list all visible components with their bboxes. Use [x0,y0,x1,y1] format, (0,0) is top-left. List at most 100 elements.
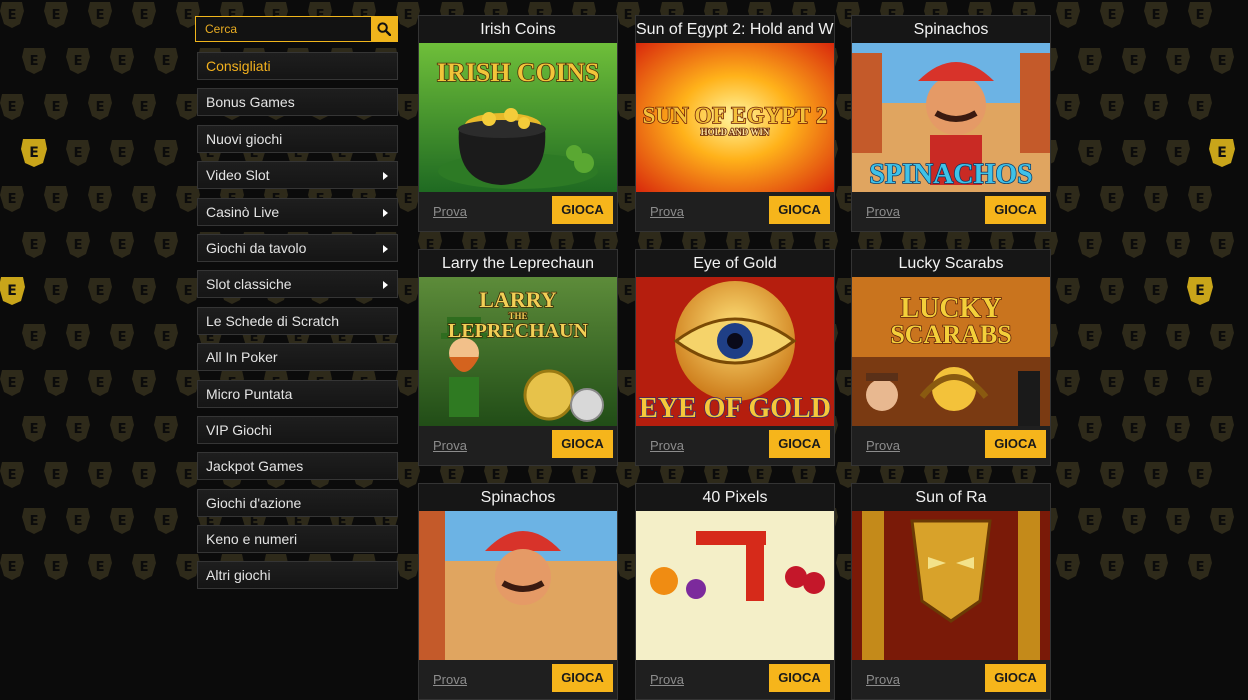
game-card-footer: Prova GIOCA [419,192,617,231]
game-card[interactable]: Irish Coins IRISH COINS Prova GIOCA [418,15,618,232]
demo-link[interactable]: Prova [866,204,900,219]
game-thumbnail-sun-of-egypt-2-hold-and-win[interactable]: SUN OF EGYPT 2 HOLD AND WIN [636,43,834,192]
game-card-footer: Prova GIOCA [852,426,1050,465]
demo-link[interactable]: Prova [433,672,467,687]
submenu-arrow-icon [383,172,388,181]
game-thumbnail-lucky-scarabs[interactable]: LUCKY SCARABS [852,277,1050,426]
game-card-footer: Prova GIOCA [636,660,834,699]
menu-item-bonus-games[interactable]: Bonus Games [197,88,398,117]
play-button[interactable]: GIOCA [769,664,830,692]
menu-item-video-slot[interactable]: Video Slot [197,161,398,190]
play-button[interactable]: GIOCA [552,196,613,224]
search-box [195,16,398,42]
svg-text:SPINACHOS: SPINACHOS [869,159,1032,190]
demo-link[interactable]: Prova [866,672,900,687]
game-thumbnail-spinachos[interactable] [419,511,617,660]
game-card-footer: Prova GIOCA [852,192,1050,231]
play-button[interactable]: GIOCA [985,196,1046,224]
game-thumbnail-irish-coins[interactable]: IRISH COINS [419,43,617,192]
menu-item-label: Casinò Live [206,203,280,220]
game-card-footer: Prova GIOCA [636,192,834,231]
play-button[interactable]: GIOCA [985,664,1046,692]
game-title: Irish Coins [419,16,617,43]
demo-link[interactable]: Prova [650,204,684,219]
play-button[interactable]: GIOCA [985,430,1046,458]
game-thumbnail-sun-of-ra[interactable] [852,511,1050,660]
menu-item-label: Altri giochi [206,567,271,584]
search-button[interactable] [371,17,397,41]
game-card[interactable]: Sun of Ra Prova GIOCA [851,483,1051,700]
game-title: Spinachos [852,16,1050,43]
play-button[interactable]: GIOCA [552,430,613,458]
menu-item-micro-puntata[interactable]: Micro Puntata [197,379,398,408]
submenu-arrow-icon [383,281,388,290]
svg-text:IRISH COINS: IRISH COINS [437,58,600,87]
svg-text:LARRY: LARRY [479,287,557,312]
menu-item-keno-e-numeri[interactable]: Keno e numeri [197,525,398,554]
game-title: Spinachos [419,484,617,511]
menu-item-casinò-live[interactable]: Casinò Live [197,197,398,226]
search-icon [377,22,391,36]
svg-text:SUN OF EGYPT 2: SUN OF EGYPT 2 [643,103,828,128]
game-card-footer: Prova GIOCA [419,660,617,699]
menu-item-label: Giochi d'azione [206,494,302,511]
menu-item-label: Giochi da tavolo [206,239,307,256]
svg-text:LEPRECHAUN: LEPRECHAUN [448,320,589,342]
game-title: 40 Pixels [636,484,834,511]
menu-item-giochi-d-azione[interactable]: Giochi d'azione [197,488,398,517]
menu-item-label: VIP Giochi [206,421,272,438]
demo-link[interactable]: Prova [866,438,900,453]
demo-link[interactable]: Prova [433,204,467,219]
menu-item-consigliati[interactable]: Consigliati [197,52,398,80]
menu-item-label: Consigliati [206,58,271,74]
game-card[interactable]: 40 Pixels Prova GIOCA [635,483,835,700]
game-thumbnail-spinachos[interactable]: SPINACHOS [852,43,1050,192]
menu-item-label: Le Schede di Scratch [206,312,340,329]
menu-item-nuovi-giochi[interactable]: Nuovi giochi [197,124,398,153]
svg-text:HOLD AND WIN: HOLD AND WIN [701,127,770,137]
category-menu: Consigliati Bonus Games Nuovi giochi Video … [197,52,398,598]
demo-link[interactable]: Prova [433,438,467,453]
submenu-arrow-icon [383,208,388,217]
menu-item-label: Micro Puntata [206,385,293,402]
menu-item-label: Keno e numeri [206,531,298,548]
menu-item-label: Jackpot Games [206,458,304,475]
menu-item-altri-giochi[interactable]: Altri giochi [197,561,398,590]
submenu-arrow-icon [383,244,388,253]
game-thumbnail-eye-of-gold[interactable]: EYE OF GOLD [636,277,834,426]
menu-item-slot-classiche[interactable]: Slot classiche [197,270,398,299]
game-thumbnail-40-pixels[interactable] [636,511,834,660]
svg-text:SCARABS: SCARABS [890,320,1011,349]
menu-item-label: Video Slot [206,167,270,184]
menu-item-jackpot-games[interactable]: Jackpot Games [197,452,398,481]
menu-item-all-in-poker[interactable]: All In Poker [197,343,398,372]
play-button[interactable]: GIOCA [552,664,613,692]
game-title: Sun of Ra [852,484,1050,511]
game-title: Eye of Gold [636,250,834,277]
search-input[interactable] [196,17,371,41]
game-title: Larry the Leprechaun [419,250,617,277]
game-card[interactable]: Spinachos Prova GIOCA [418,483,618,700]
menu-item-le-schede-di-scratch[interactable]: Le Schede di Scratch [197,306,398,335]
demo-link[interactable]: Prova [650,672,684,687]
game-card-footer: Prova GIOCA [852,660,1050,699]
game-card[interactable]: Eye of Gold EYE OF GOLD Prova GIOCA [635,249,835,466]
game-card[interactable]: Lucky Scarabs LUCKY SCARABS Prova GIOCA [851,249,1051,466]
demo-link[interactable]: Prova [650,438,684,453]
game-thumbnail-larry-the-leprechaun[interactable]: LARRY THE LEPRECHAUN [419,277,617,426]
game-card[interactable]: Spinachos SPINACHOS Prova GIOCA [851,15,1051,232]
game-card-footer: Prova GIOCA [636,426,834,465]
game-title: Lucky Scarabs [852,250,1050,277]
menu-item-vip-giochi[interactable]: VIP Giochi [197,415,398,444]
menu-item-label: Slot classiche [206,276,292,293]
game-title: Sun of Egypt 2: Hold and Win [636,16,834,43]
menu-item-label: Bonus Games [206,94,295,111]
play-button[interactable]: GIOCA [769,430,830,458]
game-card[interactable]: Sun of Egypt 2: Hold and Win SUN OF EGYPT… [635,15,835,232]
menu-item-giochi-da-tavolo[interactable]: Giochi da tavolo [197,233,398,262]
play-button[interactable]: GIOCA [769,196,830,224]
menu-item-label: All In Poker [206,349,278,366]
svg-text:EYE OF GOLD: EYE OF GOLD [639,393,831,424]
game-card-footer: Prova GIOCA [419,426,617,465]
game-card[interactable]: Larry the Leprechaun LARRY THE LEPRECHAUN Pr… [418,249,618,466]
